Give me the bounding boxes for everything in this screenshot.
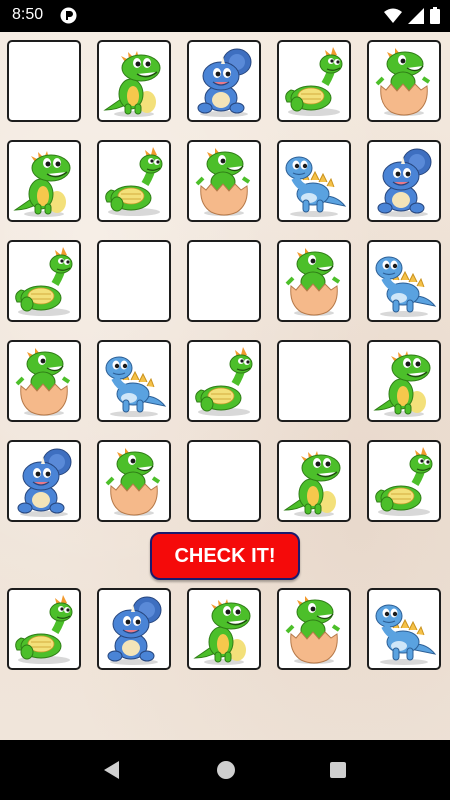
grid-tile[interactable]: [277, 440, 351, 522]
green-hatching-dinosaur-icon: [195, 148, 251, 216]
home-icon[interactable]: [216, 760, 236, 780]
green-lying-dinosaur-icon: [15, 247, 73, 316]
battery-icon: [430, 7, 440, 24]
green-lying-dinosaur-icon: [105, 147, 163, 216]
green-hatching-dinosaur-icon: [285, 596, 341, 664]
wifi-icon: [384, 8, 402, 23]
green-lying-dinosaur-icon: [375, 447, 433, 516]
app-notification-icon: [60, 7, 77, 24]
green-hatching-dinosaur-icon: [15, 348, 71, 416]
tray-piece[interactable]: [187, 588, 261, 670]
check-it-button[interactable]: CHECK IT!: [150, 532, 300, 580]
grid-tile[interactable]: [7, 440, 81, 522]
green-standing-dinosaur-icon: [193, 599, 251, 665]
grid-tile[interactable]: [367, 140, 441, 222]
empty-slot[interactable]: [97, 240, 171, 322]
grid-tile[interactable]: [97, 440, 171, 522]
grid-tile[interactable]: [97, 40, 171, 122]
green-standing-dinosaur-icon: [373, 351, 431, 417]
green-hatching-dinosaur-icon: [375, 48, 431, 116]
grid-tile[interactable]: [187, 140, 261, 222]
blue-stegosaurus-dinosaur-icon: [285, 156, 347, 217]
grid-tile[interactable]: [367, 340, 441, 422]
empty-slot[interactable]: [7, 40, 81, 122]
empty-slot[interactable]: [187, 440, 261, 522]
blue-stegosaurus-dinosaur-icon: [105, 356, 167, 417]
green-standing-dinosaur-icon: [283, 451, 341, 517]
tray-piece[interactable]: [97, 588, 171, 670]
blue-triceratops-dinosaur-icon: [377, 148, 432, 217]
grid-tile[interactable]: [7, 240, 81, 322]
green-standing-dinosaur-icon: [13, 151, 71, 217]
green-lying-dinosaur-icon: [15, 595, 73, 664]
blue-stegosaurus-dinosaur-icon: [375, 604, 437, 665]
empty-slot[interactable]: [277, 340, 351, 422]
blue-triceratops-dinosaur-icon: [107, 596, 162, 665]
tray-piece[interactable]: [7, 588, 81, 670]
grid-tile[interactable]: [7, 140, 81, 222]
grid-tile[interactable]: [277, 140, 351, 222]
grid-tile[interactable]: [97, 140, 171, 222]
blue-triceratops-dinosaur-icon: [197, 48, 252, 117]
green-hatching-dinosaur-icon: [105, 448, 161, 516]
tray-piece[interactable]: [277, 588, 351, 670]
back-icon[interactable]: [102, 760, 122, 780]
grid-tile[interactable]: [277, 40, 351, 122]
signal-icon: [408, 7, 424, 24]
empty-slot[interactable]: [187, 240, 261, 322]
status-bar: 8:50: [0, 0, 450, 32]
grid-tile[interactable]: [367, 240, 441, 322]
grid-tile[interactable]: [367, 440, 441, 522]
tray-piece[interactable]: [367, 588, 441, 670]
grid-tile[interactable]: [367, 40, 441, 122]
green-lying-dinosaur-icon: [285, 47, 343, 116]
green-lying-dinosaur-icon: [195, 347, 253, 416]
status-time: 8:50: [12, 6, 44, 23]
grid-tile[interactable]: [97, 340, 171, 422]
navigation-bar: [0, 740, 450, 800]
recents-icon[interactable]: [328, 760, 348, 780]
blue-stegosaurus-dinosaur-icon: [375, 256, 437, 317]
green-standing-dinosaur-icon: [103, 51, 161, 117]
grid-tile[interactable]: [187, 40, 261, 122]
grid-tile[interactable]: [7, 340, 81, 422]
grid-tile[interactable]: [187, 340, 261, 422]
grid-tile[interactable]: [277, 240, 351, 322]
green-hatching-dinosaur-icon: [285, 248, 341, 316]
blue-triceratops-dinosaur-icon: [17, 448, 72, 517]
